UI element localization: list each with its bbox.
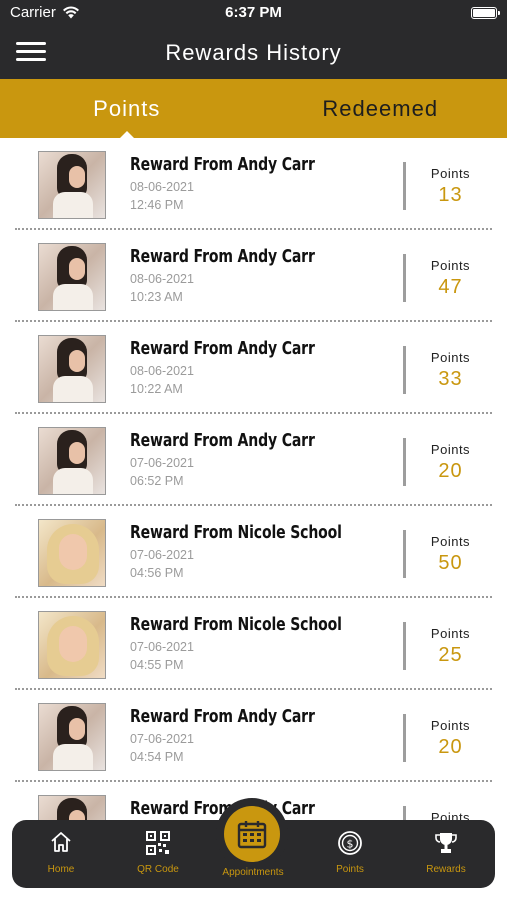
reward-date: 07-06-2021: [130, 640, 194, 654]
nav-rewards-label: Rewards: [426, 864, 466, 875]
reward-date: 08-06-2021: [130, 180, 194, 194]
reward-time: 10:22 AM: [130, 382, 183, 396]
points-box: Points 33: [403, 346, 495, 394]
points-label: Points: [430, 350, 471, 365]
reward-date: 08-06-2021: [130, 272, 194, 286]
nav-qr-code-label: QR Code: [137, 864, 179, 875]
tab-redeemed-label: Redeemed: [322, 95, 439, 121]
points-box: Points 50: [403, 530, 495, 578]
rewards-list: Reward From Andy Carr 08-06-2021 12:46 P…: [0, 138, 507, 874]
points-value: 25: [438, 644, 463, 666]
points-box: Points 13: [403, 162, 495, 210]
reward-title: Reward From Andy Carr: [130, 338, 315, 359]
calendar-icon: [237, 821, 267, 849]
points-label: Points: [430, 534, 471, 549]
list-item[interactable]: Reward From Andy Carr 08-06-2021 10:23 A…: [15, 230, 492, 322]
page-title: Rewards History: [165, 40, 342, 65]
reward-time: 04:54 PM: [130, 750, 184, 764]
points-value: 33: [438, 368, 463, 390]
list-item[interactable]: Reward From Nicole School 07-06-2021 04:…: [15, 598, 492, 690]
tab-redeemed[interactable]: Redeemed: [254, 79, 507, 138]
points-value: 20: [438, 736, 463, 758]
nav-home[interactable]: Home: [26, 830, 96, 875]
reward-time: 06:52 PM: [130, 474, 184, 488]
status-bar: Carrier 6:37 PM: [0, 0, 507, 26]
reward-date: 08-06-2021: [130, 364, 194, 378]
reward-time: 04:56 PM: [130, 566, 184, 580]
points-box: Points 25: [403, 622, 495, 670]
list-item[interactable]: Reward From Nicole School 07-06-2021 04:…: [15, 506, 492, 598]
avatar: [38, 335, 106, 403]
nav-home-label: Home: [47, 864, 75, 875]
coin-icon: $: [315, 830, 385, 858]
top-nav-bar: Rewards History: [0, 26, 507, 79]
reward-title: Reward From Andy Carr: [130, 154, 315, 175]
points-value: 13: [438, 184, 463, 206]
points-label: Points: [430, 626, 471, 641]
reward-date: 07-06-2021: [130, 732, 194, 746]
reward-time: 12:46 PM: [130, 198, 184, 212]
home-icon: [26, 830, 96, 858]
tab-points-label: Points: [93, 95, 161, 121]
avatar: [38, 611, 106, 679]
avatar: [38, 243, 106, 311]
avatar: [38, 151, 106, 219]
points-label: Points: [430, 258, 471, 273]
tab-points[interactable]: Points: [0, 79, 254, 139]
svg-text:$: $: [347, 838, 354, 851]
nav-qr-code[interactable]: QR Code: [123, 830, 193, 875]
points-value: 47: [438, 276, 463, 298]
reward-title: Reward From Andy Carr: [130, 246, 315, 267]
reward-time: 04:55 PM: [130, 658, 184, 672]
avatar: [38, 703, 106, 771]
reward-time: 10:23 AM: [130, 290, 183, 304]
avatar: [38, 519, 106, 587]
nav-points[interactable]: $ Points: [315, 830, 385, 875]
appointments-button[interactable]: [216, 798, 288, 870]
qr-code-icon: [123, 830, 193, 858]
reward-date: 07-06-2021: [130, 548, 194, 562]
status-time: 6:37 PM: [225, 4, 282, 21]
list-item[interactable]: Reward From Andy Carr 08-06-2021 12:46 P…: [15, 138, 492, 230]
points-box: Points 47: [403, 254, 495, 302]
battery-icon: [471, 7, 500, 19]
points-box: Points 20: [403, 714, 495, 762]
points-value: 20: [438, 460, 463, 482]
list-item[interactable]: Reward From Andy Carr 08-06-2021 10:22 A…: [15, 322, 492, 414]
list-item[interactable]: Reward From Andy Carr 07-06-2021 04:54 P…: [15, 690, 492, 782]
nav-rewards[interactable]: Rewards: [411, 830, 481, 875]
avatar: [38, 427, 106, 495]
nav-points-label: Points: [336, 864, 364, 875]
reward-title: Reward From Andy Carr: [130, 430, 315, 451]
reward-title: Reward From Andy Carr: [130, 706, 315, 727]
reward-date: 07-06-2021: [130, 456, 194, 470]
tab-bar: Points Redeemed: [0, 79, 507, 139]
list-item[interactable]: Reward From Andy Carr 07-06-2021 06:52 P…: [15, 414, 492, 506]
trophy-icon: [411, 830, 481, 858]
points-box: Points 20: [403, 438, 495, 486]
points-label: Points: [430, 442, 471, 457]
points-value: 50: [438, 552, 463, 574]
reward-title: Reward From Nicole School: [130, 522, 342, 543]
points-label: Points: [430, 718, 471, 733]
reward-title: Reward From Nicole School: [130, 614, 342, 635]
points-label: Points: [430, 166, 471, 181]
appointments-label: Appointments: [222, 867, 284, 878]
